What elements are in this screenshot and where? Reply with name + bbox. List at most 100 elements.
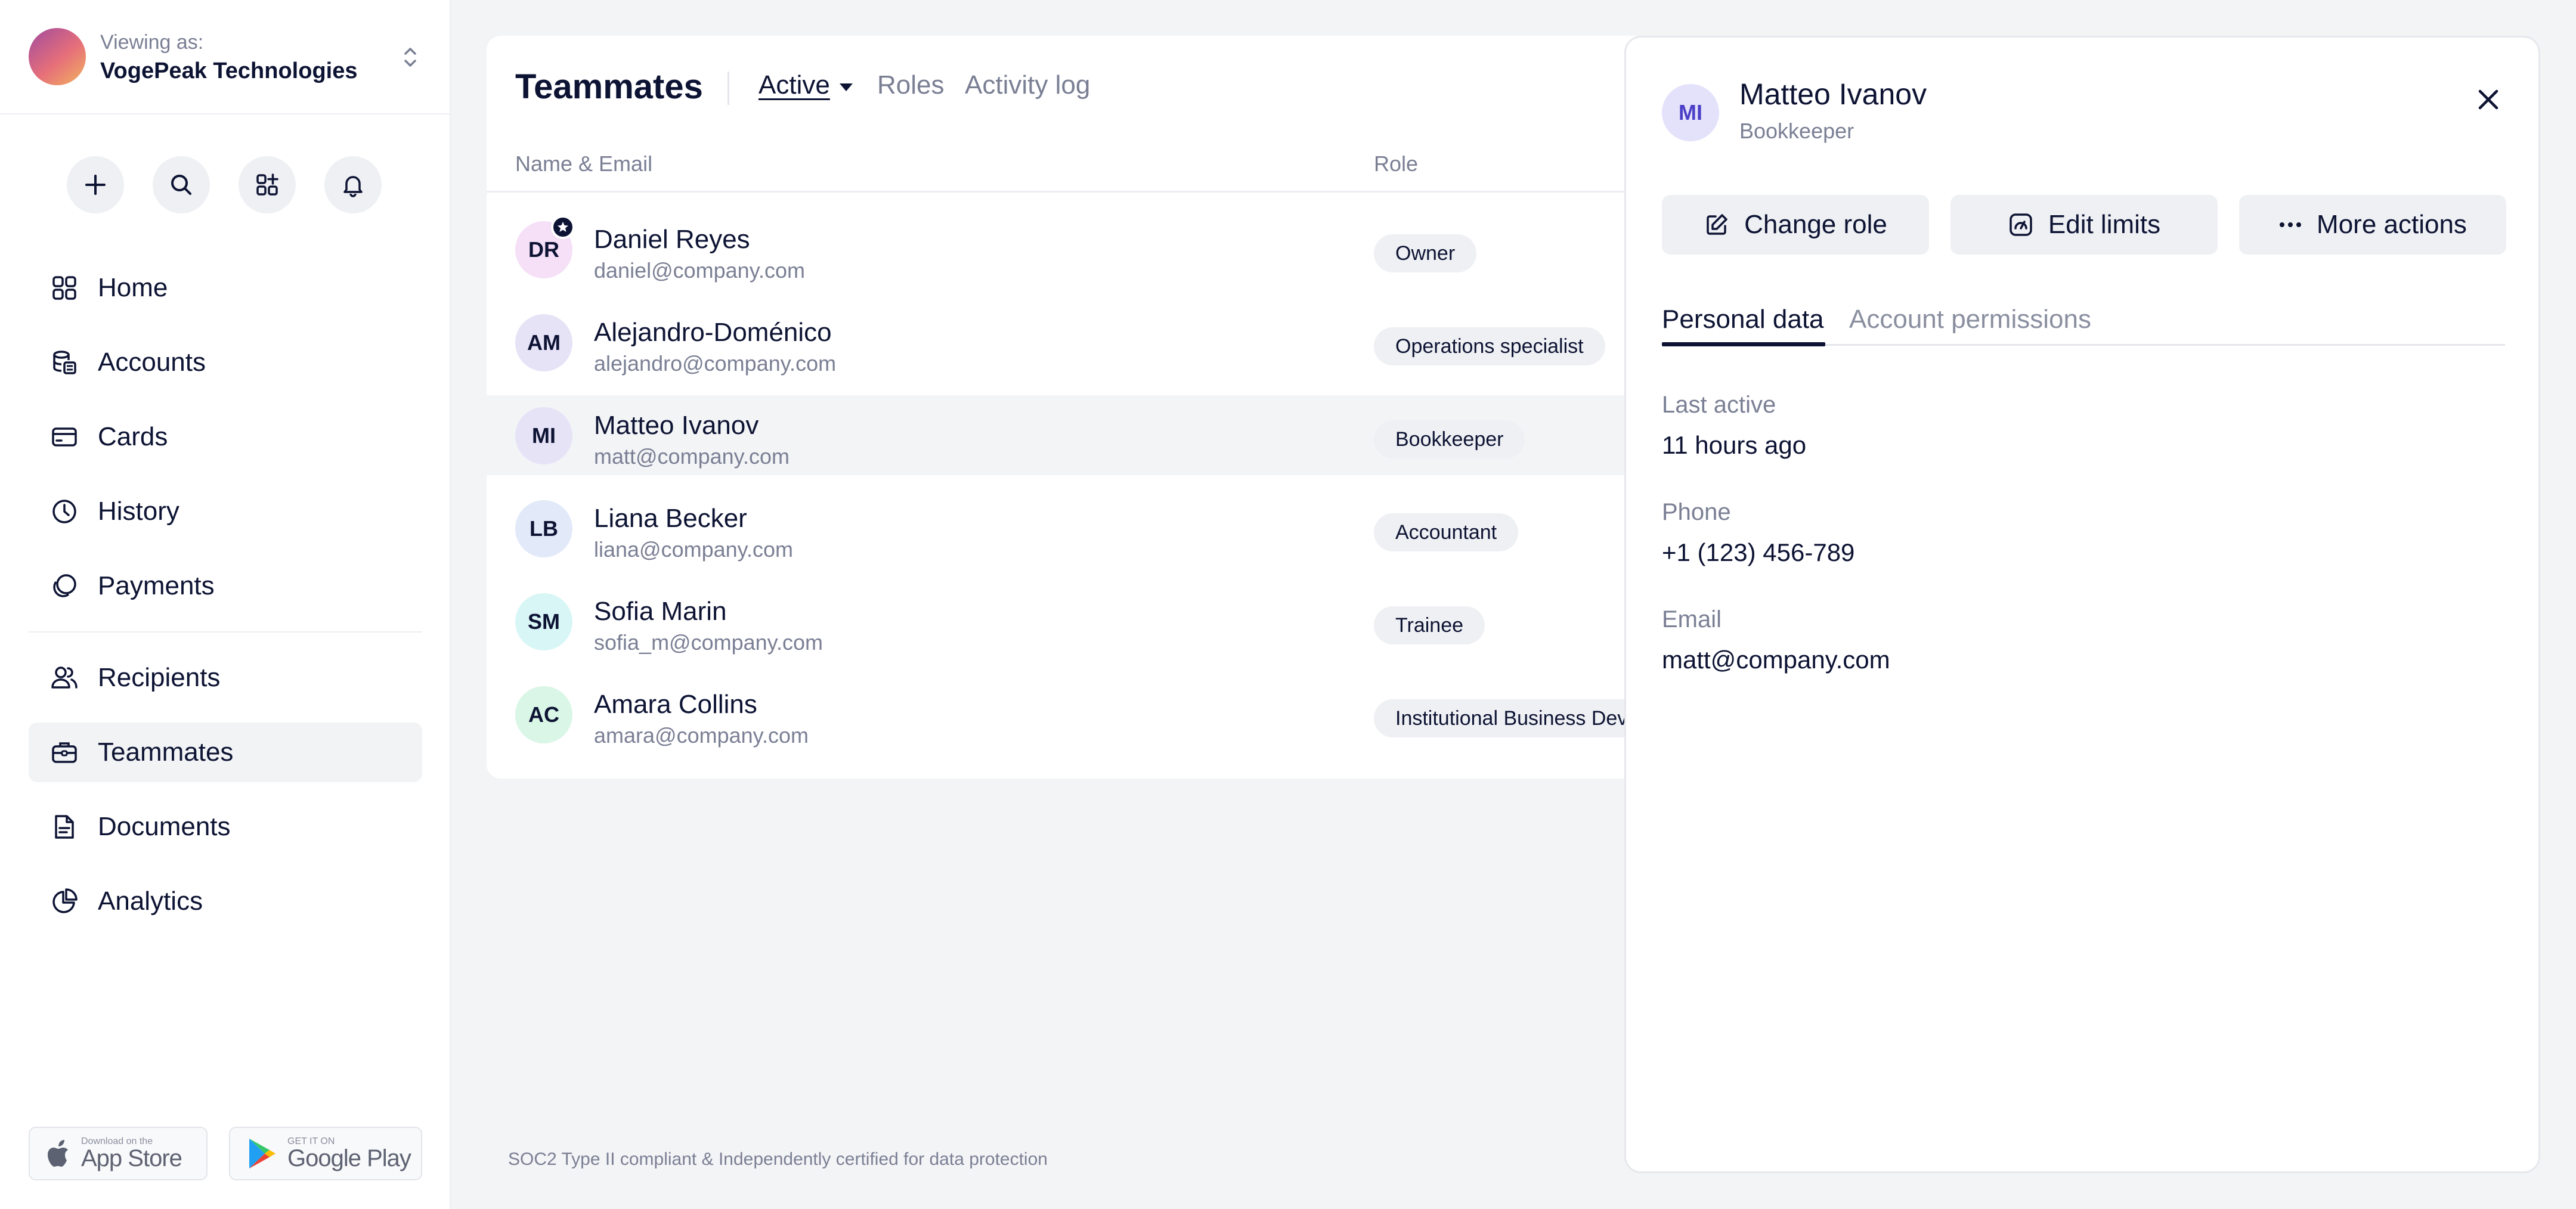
active-tab-indicator	[1662, 342, 1825, 346]
table-row[interactable]: LB Liana Becker liana@company.com Accoun…	[487, 488, 1691, 568]
member-name: Liana Becker	[594, 504, 747, 533]
tab-account-permissions[interactable]: Account permissions	[1849, 305, 2091, 334]
field-value-last-active: 11 hours ago	[1662, 431, 1807, 459]
edit-limits-label: Edit limits	[2048, 210, 2161, 239]
nav-item-cards[interactable]: Cards	[29, 407, 422, 467]
table-header-divider	[487, 191, 1691, 193]
nav-item-documents[interactable]: Documents	[29, 797, 422, 857]
nav-divider	[29, 631, 422, 633]
nav-item-home[interactable]: Home	[29, 258, 422, 318]
app-store-label: App Store	[81, 1145, 182, 1171]
add-button[interactable]	[67, 156, 124, 213]
tab-active[interactable]: Active	[758, 70, 830, 100]
field-label-last-active: Last active	[1662, 392, 1776, 418]
notifications-button[interactable]	[324, 156, 382, 213]
org-switcher[interactable]: Viewing as: VogePeak Technologies	[29, 26, 422, 88]
role-badge: Operations specialist	[1374, 327, 1605, 365]
more-actions-button[interactable]: More actions	[2239, 195, 2506, 255]
avatar: AM	[515, 314, 572, 371]
member-name: Alejandro-Doménico	[594, 318, 832, 347]
avatar: SM	[515, 593, 572, 650]
gauge-icon	[2008, 212, 2034, 238]
member-email: sofia_m@company.com	[594, 630, 823, 655]
more-dots-icon	[2278, 221, 2302, 228]
role-badge: Accountant	[1374, 513, 1519, 551]
nav-item-recipients[interactable]: Recipients	[29, 648, 422, 708]
bell-icon	[343, 176, 363, 197]
tab-roles[interactable]: Roles	[877, 70, 945, 100]
nav-item-teammates[interactable]: Teammates	[29, 723, 422, 782]
pie-chart-icon	[49, 886, 80, 917]
nav-item-label: Accounts	[98, 348, 206, 377]
field-label-phone: Phone	[1662, 499, 1731, 525]
card-icon	[49, 421, 80, 452]
avatar: AC	[515, 686, 572, 743]
document-icon	[49, 811, 80, 842]
google-play-label: Google Play	[287, 1145, 411, 1171]
table-row[interactable]: AC Amara Collins amara@company.com Insti…	[487, 674, 1691, 754]
nav-item-label: Recipients	[98, 663, 221, 692]
nav-item-label: Teammates	[98, 737, 234, 767]
search-button[interactable]	[153, 156, 210, 213]
member-email: matt@company.com	[594, 444, 789, 469]
plus-icon	[85, 175, 106, 195]
avatar: MI	[515, 407, 572, 464]
member-name: Matteo Ivanov	[594, 411, 759, 440]
role-badge: Bookkeeper	[1374, 420, 1525, 458]
nav-item-label: Cards	[98, 422, 168, 451]
panel-member-role: Bookkeeper	[1739, 119, 1854, 143]
panel-member-name: Matteo Ivanov	[1739, 78, 1927, 111]
google-play-badge[interactable]: GET IT ON Google Play	[229, 1127, 422, 1180]
nav-item-history[interactable]: History	[29, 482, 422, 541]
nav-item-label: Payments	[98, 571, 215, 600]
nav-item-accounts[interactable]: Accounts	[29, 333, 422, 392]
org-avatar	[29, 28, 86, 85]
apple-icon	[48, 1140, 68, 1167]
column-header-name-email[interactable]: Name & Email	[515, 151, 652, 176]
tab-personal-data[interactable]: Personal data	[1662, 305, 1824, 334]
org-name: VogePeak Technologies	[100, 58, 358, 83]
table-row[interactable]: AM Alejandro-Doménico alejandro@company.…	[487, 302, 1691, 382]
nav-item-analytics[interactable]: Analytics	[29, 872, 422, 931]
table-row[interactable]: DR Daniel Reyes daniel@company.com Owner	[487, 209, 1691, 289]
apps-icon	[256, 173, 278, 196]
nav-item-payments[interactable]: Payments	[29, 556, 422, 616]
role-badge: Owner	[1374, 234, 1477, 272]
teammates-card: Teammates Active Roles Activity log Name…	[487, 36, 1691, 779]
role-badge: Trainee	[1374, 606, 1485, 644]
nav-item-label: History	[98, 497, 179, 526]
quick-actions	[67, 156, 382, 213]
change-role-button[interactable]: Change role	[1662, 195, 1929, 255]
nav-item-label: Analytics	[98, 886, 203, 916]
compliance-note: SOC2 Type II compliant & Independently c…	[508, 1149, 1048, 1169]
member-email: liana@company.com	[594, 537, 794, 562]
title-separator	[727, 72, 729, 105]
google-play-icon	[249, 1139, 275, 1168]
table-row-selected[interactable]: MI Matteo Ivanov matt@company.com Bookke…	[487, 395, 1691, 475]
apps-button[interactable]	[239, 156, 296, 213]
edit-limits-button[interactable]: Edit limits	[1950, 195, 2218, 255]
member-name: Amara Collins	[594, 690, 757, 719]
column-header-role[interactable]: Role	[1374, 151, 1418, 176]
caret-down-icon[interactable]	[838, 80, 854, 94]
tab-activity-log[interactable]: Activity log	[965, 70, 1090, 100]
clock-icon	[49, 496, 80, 527]
accounts-icon	[49, 347, 80, 378]
member-name: Sofia Marin	[594, 597, 727, 626]
briefcase-icon	[49, 737, 80, 768]
edit-icon	[1704, 212, 1730, 238]
table-row[interactable]: SM Sofia Marin sofia_m@company.com Train…	[487, 581, 1691, 661]
search-icon	[171, 175, 191, 195]
close-button[interactable]	[2470, 82, 2506, 117]
member-email: amara@company.com	[594, 723, 809, 748]
home-icon	[49, 272, 80, 303]
member-email: alejandro@company.com	[594, 351, 837, 376]
close-icon	[2478, 89, 2498, 110]
users-icon	[49, 662, 80, 693]
avatar: LB	[515, 500, 572, 557]
app-store-badge[interactable]: Download on the App Store	[29, 1127, 208, 1180]
owner-star-icon	[551, 215, 575, 239]
payments-icon	[49, 571, 80, 602]
field-value-email: matt@company.com	[1662, 646, 1890, 674]
nav-item-label: Documents	[98, 812, 231, 841]
